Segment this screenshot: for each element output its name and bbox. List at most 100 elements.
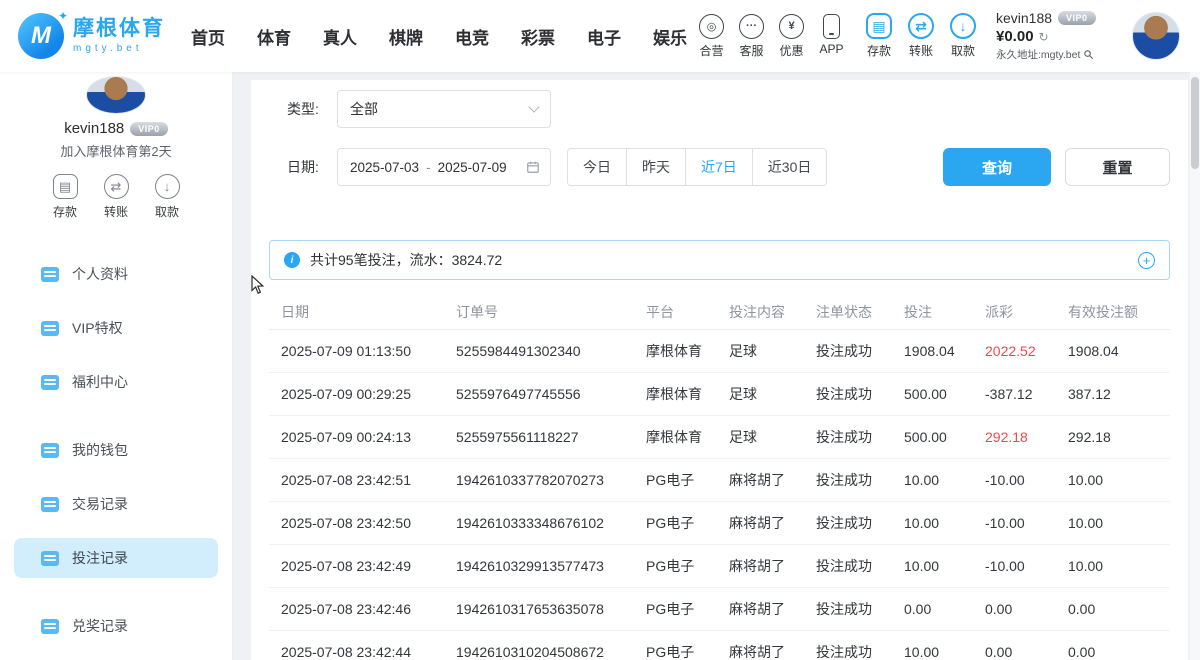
support-chat-icon: ··· — [739, 14, 764, 39]
menu-item-transactions[interactable]: 交易记录 — [14, 484, 218, 524]
cell-bet: 10.00 — [892, 472, 973, 488]
deposit-icon: ▤ — [53, 174, 78, 199]
deposit-button[interactable]: ▤ 存款 — [866, 13, 892, 59]
menu-item-label: 个人资料 — [72, 264, 128, 284]
nav-item-board-games[interactable]: 棋牌 — [389, 24, 423, 49]
cell-date: 2025-07-08 23:42:49 — [269, 558, 444, 574]
user-info: kevin188 VIP0 ¥0.00 ↻ 永久地址:mgty.bet — [996, 10, 1114, 62]
cell-valid: 0.00 — [1056, 601, 1170, 617]
cell-content: 麻将胡了 — [717, 642, 804, 660]
top-header: M ✦ 摩根体育 mgty.bet 首页 体育 真人 棋牌 电竞 彩票 电子 娱… — [0, 0, 1200, 72]
col-header-status: 注单状态 — [804, 302, 892, 322]
nav-item-sports[interactable]: 体育 — [257, 24, 291, 49]
permanent-address: 永久地址:mgty.bet — [996, 47, 1080, 62]
range-button[interactable]: 今日 — [568, 149, 626, 185]
sidebar-user-row: kevin188 VIP0 — [64, 120, 168, 137]
cell-status: 投注成功 — [804, 513, 892, 533]
quick-app[interactable]: APP — [819, 14, 844, 59]
nav-item-esports[interactable]: 电竞 — [455, 24, 489, 49]
menu-item-label: 投注记录 — [72, 548, 128, 568]
bet-records-table: 日期 订单号 平台 投注内容 注单状态 投注 派彩 有效投注额 2025-07-… — [269, 295, 1170, 660]
header-wallet-actions: ▤ 存款 ⇄ 转账 ↓ 取款 — [866, 13, 976, 59]
refresh-balance-icon[interactable]: ↻ — [1039, 30, 1049, 44]
table-row: 2025-07-08 23:42:50 1942610333348676102 … — [269, 502, 1170, 545]
chevron-down-icon — [528, 101, 539, 112]
summary-text: 共计95笔投注，流水：3824.72 — [310, 250, 502, 270]
cell-platform: 摩根体育 — [634, 384, 717, 404]
table-row: 2025-07-08 23:42:49 1942610329913577473 … — [269, 545, 1170, 588]
cell-date: 2025-07-09 01:13:50 — [269, 343, 444, 359]
menu-divider — [0, 592, 232, 606]
sidebar-deposit-button[interactable]: ▤ 存款 — [53, 174, 78, 220]
cell-status: 投注成功 — [804, 341, 892, 361]
nav-item-entertainment[interactable]: 娱乐 — [653, 24, 687, 49]
user-name-row: kevin188 VIP0 — [996, 10, 1114, 26]
type-filter-label: 类型: — [287, 99, 337, 119]
nav-item-live-casino[interactable]: 真人 — [323, 24, 357, 49]
range-button[interactable]: 近7日 — [685, 149, 752, 185]
vip-badge: VIP0 — [1058, 11, 1096, 25]
app-phone-icon — [823, 14, 840, 39]
cell-bet: 1908.04 — [892, 343, 973, 359]
table-row: 2025-07-09 01:13:50 5255984491302340 摩根体… — [269, 330, 1170, 373]
menu-item-label: 兑奖记录 — [72, 616, 128, 636]
cell-payout: -10.00 — [973, 558, 1056, 574]
nav-item-slots[interactable]: 电子 — [587, 24, 621, 49]
menu-item-wallet[interactable]: 我的钱包 — [14, 430, 218, 470]
nav-item-lottery[interactable]: 彩票 — [521, 24, 555, 49]
reset-button[interactable]: 重置 — [1065, 148, 1170, 186]
withdraw-button[interactable]: ↓ 取款 — [950, 13, 976, 59]
col-header-order: 订单号 — [444, 302, 634, 322]
cell-valid: 387.12 — [1056, 386, 1170, 402]
star-icon: ✦ — [58, 9, 68, 23]
logo[interactable]: M ✦ 摩根体育 mgty.bet — [18, 13, 165, 59]
scrollbar-thumb[interactable] — [1191, 77, 1199, 169]
cell-platform: 摩根体育 — [634, 427, 717, 447]
range-button[interactable]: 昨天 — [626, 149, 685, 185]
cell-payout: 0.00 — [973, 601, 1056, 617]
quick-partner[interactable]: ◎ 合营 — [699, 14, 724, 59]
type-select[interactable]: 全部 — [337, 90, 551, 128]
main-nav: 首页 体育 真人 棋牌 电竞 彩票 电子 娱乐 — [191, 24, 687, 49]
quick-promotions[interactable]: ¥ 优惠 — [779, 14, 804, 59]
transfer-button[interactable]: ⇄ 转账 — [908, 13, 934, 59]
cell-platform: PG电子 — [634, 556, 717, 576]
bet-records-icon — [41, 551, 59, 566]
quick-support-label: 客服 — [739, 42, 763, 59]
table-row: 2025-07-08 23:42:51 1942610337782070273 … — [269, 459, 1170, 502]
menu-item-bet-records[interactable]: 投注记录 — [14, 538, 218, 578]
wallet-icon — [41, 443, 59, 458]
cell-bet: 500.00 — [892, 429, 973, 445]
menu-item-vip[interactable]: VIP特权 — [14, 308, 218, 348]
cell-date: 2025-07-09 00:24:13 — [269, 429, 444, 445]
cell-payout: 0.00 — [973, 644, 1056, 660]
logo-subtitle: mgty.bet — [73, 43, 165, 54]
sidebar-avatar[interactable] — [86, 76, 146, 114]
sidebar-withdraw-label: 取款 — [155, 203, 179, 220]
user-avatar[interactable] — [1132, 12, 1180, 60]
username: kevin188 — [996, 10, 1052, 26]
menu-item-label: 交易记录 — [72, 494, 128, 514]
sidebar-transfer-label: 转账 — [104, 203, 128, 220]
menu-item-redeem-records[interactable]: 兑奖记录 — [14, 606, 218, 646]
col-header-bet: 投注 — [892, 302, 973, 322]
range-button[interactable]: 近30日 — [752, 149, 827, 185]
expand-circle-icon[interactable]: + — [1138, 252, 1155, 269]
menu-item-welfare[interactable]: 福利中心 — [14, 362, 218, 402]
table-header-row: 日期 订单号 平台 投注内容 注单状态 投注 派彩 有效投注额 — [269, 295, 1170, 330]
date-range-input[interactable]: 2025-07-03 - 2025-07-09 — [337, 148, 551, 186]
cell-content: 足球 — [717, 341, 804, 361]
sidebar-withdraw-button[interactable]: ↓ 取款 — [155, 174, 180, 220]
cell-order: 1942610317653635078 — [444, 601, 634, 617]
table-row: 2025-07-08 23:42:46 1942610317653635078 … — [269, 588, 1170, 631]
quick-links: ◎ 合营 ··· 客服 ¥ 优惠 APP — [699, 14, 844, 59]
query-button[interactable]: 查询 — [943, 148, 1051, 186]
scrollbar[interactable] — [1190, 72, 1200, 660]
cell-content: 麻将胡了 — [717, 513, 804, 533]
quick-support[interactable]: ··· 客服 — [739, 14, 764, 59]
cell-bet: 10.00 — [892, 515, 973, 531]
menu-item-profile[interactable]: 个人资料 — [14, 254, 218, 294]
nav-item-home[interactable]: 首页 — [191, 24, 225, 49]
magnifier-icon[interactable] — [1083, 49, 1094, 60]
sidebar-transfer-button[interactable]: ⇄ 转账 — [104, 174, 129, 220]
